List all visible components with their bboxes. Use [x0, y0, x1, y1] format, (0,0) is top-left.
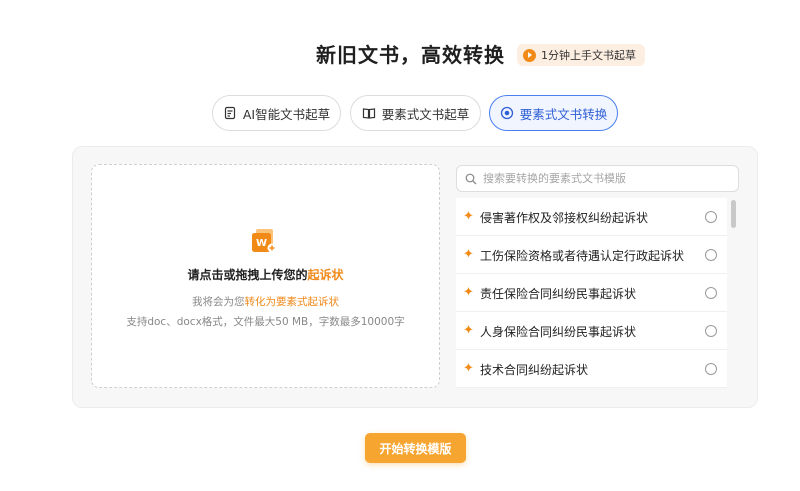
book-icon — [362, 108, 375, 119]
svg-text:W: W — [256, 238, 267, 249]
upload-sub-highlight: 转化为要素式起诉状 — [244, 296, 340, 308]
list-item[interactable]: ✦ 人身保险合同纠纷民事起诉状 — [456, 312, 727, 350]
sparkle-icon: ✦ — [463, 323, 474, 338]
template-label: 工伤保险资格或者待遇认定行政起诉状 — [480, 249, 685, 263]
document-edit-icon — [224, 106, 235, 120]
template-label: 技术合同纠纷起诉状 — [480, 363, 589, 377]
tutorial-badge[interactable]: 1分钟上手文书起草 — [517, 44, 645, 66]
list-item[interactable]: ✦ 侵害著作权及邻接权纠纷起诉状 — [456, 198, 727, 236]
sparkle-icon: ✦ — [463, 285, 474, 300]
play-icon — [523, 48, 536, 62]
tab-element-conversion[interactable]: 要素式文书转换 — [489, 95, 618, 131]
upload-sub-prefix: 我将会为您 — [192, 296, 245, 308]
sparkle-icon: ✦ — [463, 209, 474, 224]
template-search — [456, 165, 739, 192]
template-label: 侵害著作权及邻接权纠纷起诉状 — [480, 211, 649, 225]
template-list: ✦ 侵害著作权及邻接权纠纷起诉状 ✦ 工伤保险资格或者待遇认定行政起诉状 ✦ 责… — [456, 198, 727, 388]
list-item[interactable]: ✦ 技术合同纠纷起诉状 — [456, 350, 727, 388]
upload-dropzone[interactable]: W 请点击或拖拽上传您的起诉状 我将会为您转化为要素式起诉状 支持doc、doc… — [91, 164, 440, 388]
word-file-icon: W — [252, 229, 277, 253]
upload-title-highlight: 起诉状 — [307, 268, 344, 282]
tab-ai-drafting-label: AI智能文书起草 — [242, 106, 331, 122]
template-radio[interactable] — [705, 249, 717, 261]
upload-title-prefix: 请点击或拖拽上传您的 — [187, 268, 308, 282]
upload-limits: 支持doc、docx格式，文件最大50 MB，字数最多10000字 — [126, 316, 405, 328]
tutorial-badge-label: 1分钟上手文书起草 — [541, 49, 636, 62]
sparkle-icon: ✦ — [463, 361, 474, 376]
mode-tabs: AI智能文书起草 要素式文书起草 要素式文书转换 — [0, 95, 800, 131]
template-radio[interactable] — [705, 211, 717, 223]
search-icon — [465, 173, 477, 184]
list-item[interactable]: ✦ 责任保险合同纠纷民事起诉状 — [456, 274, 727, 312]
template-label: 责任保险合同纠纷民事起诉状 — [480, 287, 637, 301]
sparkle-icon: ✦ — [463, 247, 474, 262]
page-title: 新旧文书，高效转换 — [316, 43, 505, 67]
convert-icon — [500, 106, 513, 120]
page-header: 新旧文书，高效转换 1分钟上手文书起草 — [0, 40, 800, 70]
tab-element-drafting[interactable]: 要素式文书起草 — [350, 95, 481, 131]
tab-ai-drafting[interactable]: AI智能文书起草 — [212, 95, 341, 131]
template-radio[interactable] — [705, 325, 717, 337]
tab-element-conversion-label: 要素式文书转换 — [519, 106, 608, 122]
upload-title: 请点击或拖拽上传您的起诉状 — [92, 266, 439, 283]
start-conversion-button[interactable]: 开始转换模版 — [365, 433, 466, 463]
tab-element-drafting-label: 要素式文书起草 — [381, 106, 470, 122]
template-label: 人身保险合同纠纷民事起诉状 — [480, 325, 637, 339]
template-radio[interactable] — [705, 363, 717, 375]
upload-subtitle: 我将会为您转化为要素式起诉状 — [92, 294, 439, 309]
list-scrollbar[interactable] — [731, 200, 736, 228]
template-radio[interactable] — [705, 287, 717, 299]
search-input[interactable] — [483, 172, 723, 185]
list-item[interactable]: ✦ 工伤保险资格或者待遇认定行政起诉状 — [456, 236, 727, 274]
